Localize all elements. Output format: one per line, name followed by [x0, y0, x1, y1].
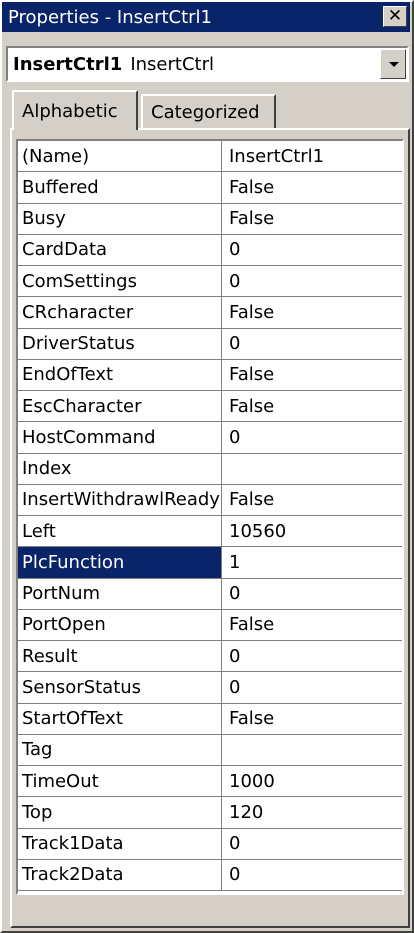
property-row[interactable]: ComSettings 0: [18, 266, 402, 298]
tab-alphabetic[interactable]: Alphabetic: [12, 90, 138, 130]
property-row[interactable]: Result 0: [18, 641, 402, 673]
property-name[interactable]: DriverStatus: [18, 328, 222, 359]
object-type: InsertCtrl: [130, 53, 214, 75]
property-value[interactable]: False: [222, 391, 402, 421]
property-name[interactable]: Track1Data: [18, 828, 222, 859]
property-row[interactable]: TimeOut 1000: [18, 766, 402, 798]
property-value[interactable]: 0: [222, 641, 402, 671]
close-icon: ✕: [387, 6, 403, 26]
property-value[interactable]: False: [222, 204, 402, 234]
close-button[interactable]: ✕: [383, 6, 407, 27]
property-value[interactable]: False: [222, 704, 402, 734]
property-row[interactable]: CRcharacter False: [18, 297, 402, 329]
property-name[interactable]: PlcFunction: [18, 547, 222, 578]
property-value[interactable]: 0: [222, 579, 402, 609]
property-row[interactable]: PortNum 0: [18, 578, 402, 610]
chevron-down-icon: [389, 62, 399, 67]
property-row[interactable]: Top 120: [18, 797, 402, 829]
title-bar[interactable]: Properties - InsertCtrl1 ✕: [2, 2, 410, 32]
property-row[interactable]: HostCommand 0: [18, 422, 402, 454]
property-value[interactable]: 120: [222, 797, 402, 827]
property-row[interactable]: EscCharacter False: [18, 391, 402, 423]
property-value[interactable]: 0: [222, 829, 402, 859]
property-name[interactable]: CardData: [18, 234, 222, 265]
property-row[interactable]: StartOfText False: [18, 703, 402, 735]
property-name[interactable]: ComSettings: [18, 266, 222, 297]
property-name[interactable]: Index: [18, 453, 222, 484]
property-name[interactable]: Busy: [18, 203, 222, 234]
object-selector-dropdown[interactable]: InsertCtrl1 InsertCtrl: [6, 46, 409, 82]
dropdown-button[interactable]: [380, 49, 406, 79]
property-row[interactable]: PortOpen False: [18, 609, 402, 641]
property-value[interactable]: False: [222, 172, 402, 202]
property-row[interactable]: CardData 0: [18, 234, 402, 266]
property-value[interactable]: False: [222, 485, 402, 515]
property-name[interactable]: InsertWithdrawlReady: [18, 484, 222, 515]
tab-label: Alphabetic: [22, 100, 118, 122]
property-row[interactable]: Track2Data 0: [18, 859, 402, 891]
property-row[interactable]: EndOfText False: [18, 359, 402, 391]
property-value[interactable]: [222, 454, 402, 484]
property-row[interactable]: Busy False: [18, 203, 402, 235]
property-value[interactable]: 0: [222, 266, 402, 296]
property-name[interactable]: EndOfText: [18, 359, 222, 390]
property-name[interactable]: SensorStatus: [18, 672, 222, 703]
property-name[interactable]: PortOpen: [18, 609, 222, 640]
property-value[interactable]: 10560: [222, 516, 402, 546]
property-row[interactable]: (Name) InsertCtrl1: [18, 141, 402, 173]
property-value[interactable]: False: [222, 297, 402, 327]
property-value[interactable]: [222, 735, 402, 765]
property-name[interactable]: Left: [18, 516, 222, 547]
property-value[interactable]: 0: [222, 235, 402, 265]
property-value[interactable]: 0: [222, 329, 402, 359]
property-value[interactable]: InsertCtrl1: [222, 141, 402, 171]
property-value[interactable]: False: [222, 610, 402, 640]
window-title: Properties - InsertCtrl1: [8, 6, 213, 28]
property-name[interactable]: (Name): [18, 141, 222, 172]
property-name[interactable]: StartOfText: [18, 703, 222, 734]
property-row[interactable]: InsertWithdrawlReady False: [18, 484, 402, 516]
property-row[interactable]: PlcFunction 1: [18, 547, 402, 579]
property-value[interactable]: 1: [222, 547, 402, 577]
property-name[interactable]: PortNum: [18, 578, 222, 609]
property-value[interactable]: False: [222, 360, 402, 390]
property-name[interactable]: EscCharacter: [18, 391, 222, 422]
property-value[interactable]: 1000: [222, 766, 402, 796]
property-row[interactable]: Index: [18, 453, 402, 485]
property-name[interactable]: Buffered: [18, 172, 222, 203]
property-name[interactable]: HostCommand: [18, 422, 222, 453]
property-name[interactable]: Top: [18, 797, 222, 828]
property-row[interactable]: Left 10560: [18, 516, 402, 548]
property-value[interactable]: 0: [222, 422, 402, 452]
property-name[interactable]: Tag: [18, 734, 222, 765]
tab-label: Categorized: [151, 101, 260, 123]
property-name[interactable]: Result: [18, 641, 222, 672]
property-row[interactable]: DriverStatus 0: [18, 328, 402, 360]
tab-categorized[interactable]: Categorized: [141, 94, 276, 128]
property-row[interactable]: Track1Data 0: [18, 828, 402, 860]
property-grid[interactable]: (Name) InsertCtrl1 Buffered False Busy False C…: [16, 139, 404, 895]
property-row[interactable]: Buffered False: [18, 172, 402, 204]
object-name: InsertCtrl1: [13, 53, 123, 75]
property-value[interactable]: 0: [222, 860, 402, 890]
property-name[interactable]: TimeOut: [18, 766, 222, 797]
property-row[interactable]: SensorStatus 0: [18, 672, 402, 704]
property-name[interactable]: Track2Data: [18, 859, 222, 890]
property-row[interactable]: Tag: [18, 734, 402, 766]
property-name[interactable]: CRcharacter: [18, 297, 222, 328]
property-value[interactable]: 0: [222, 672, 402, 702]
